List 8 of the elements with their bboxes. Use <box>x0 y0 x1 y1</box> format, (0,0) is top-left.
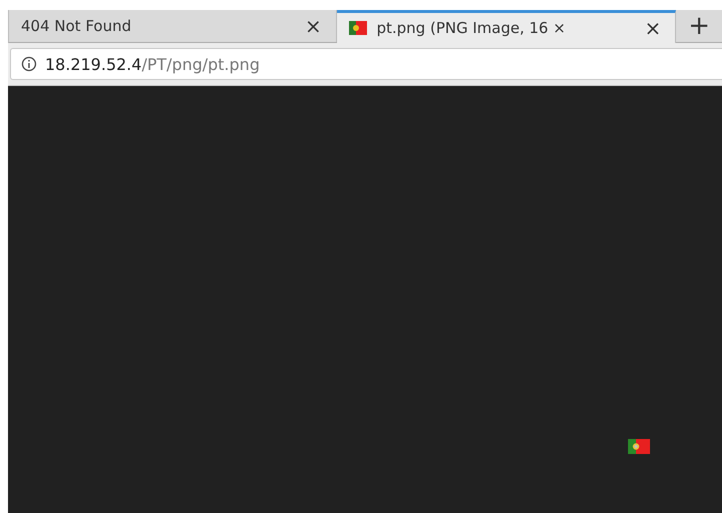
browser-tab[interactable]: pt.png (PNG Image, 16 × × <box>336 10 676 43</box>
url-host: 18.219.52.4 <box>45 54 142 74</box>
new-tab-button[interactable]: + <box>676 10 722 42</box>
url-path: /PT/png/pt.png <box>142 54 260 74</box>
info-icon <box>21 56 37 72</box>
address-bar[interactable]: 18.219.52.4/PT/png/pt.png <box>10 48 722 80</box>
tab-title: pt.png (PNG Image, 16 × <box>376 19 567 37</box>
tab-title: 404 Not Found <box>21 17 132 35</box>
